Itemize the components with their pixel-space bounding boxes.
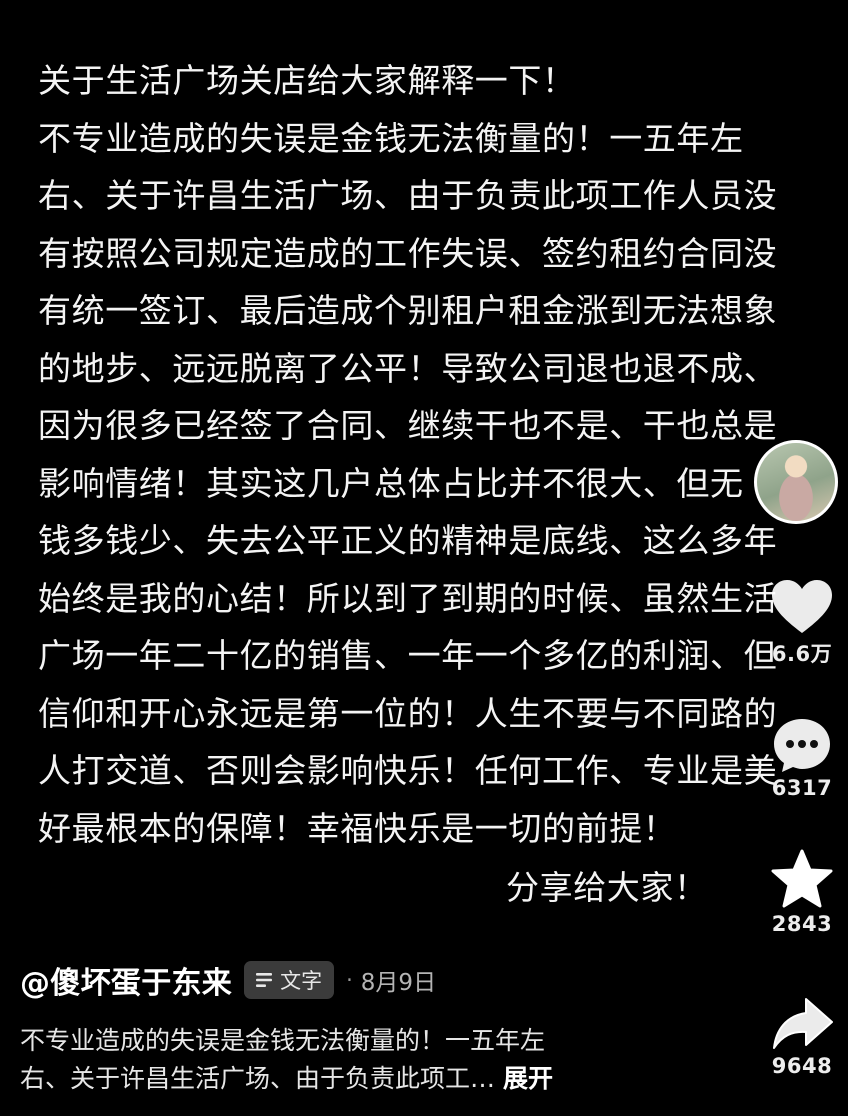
heart-icon xyxy=(772,580,832,633)
post-line: 关于生活广场关店给大家解释一下！ xyxy=(38,61,576,100)
share-arrow-icon xyxy=(773,998,833,1049)
like-count: 6.6万 xyxy=(771,642,833,666)
post-type-label: 文字 xyxy=(280,969,323,993)
post-line: 有统一签订、最后造成个别租户租金涨到无法想象 xyxy=(38,291,778,330)
post-line: 有按照公司规定造成的工作失误、签约租约合同没 xyxy=(38,233,778,273)
favorite-button[interactable]: 2843 xyxy=(760,848,844,936)
post-line: 人打交道、否则会影响快乐！任何工作、专业是美 xyxy=(38,751,778,790)
post-line: 始终是我的心结！所以到了到期的时候、虽然生活 xyxy=(38,578,778,618)
post-date: 8月9日 xyxy=(360,970,437,996)
share-count: 9648 xyxy=(771,1054,833,1078)
caption-line: 右、关于许昌生活广场、由于负责此项工… 展开 xyxy=(20,1060,740,1098)
author-avatar[interactable] xyxy=(754,440,838,524)
like-button[interactable]: 6.6万 xyxy=(760,578,844,668)
post-line: 广场一年二十亿的销售、一年一个多亿的利润、但 xyxy=(38,636,778,675)
post-line: 的地步、远远脱离了公平！导致公司退也退不成、 xyxy=(38,348,778,388)
caption-line: 不专业造成的失误是金钱无法衡量的！一五年左 xyxy=(20,1026,546,1055)
text-lines-icon xyxy=(256,973,273,987)
author-row: @傻坏蛋于东来 文字 · 8月9日 xyxy=(20,958,436,1002)
star-icon xyxy=(771,849,833,908)
expand-link[interactable]: 展开 xyxy=(503,1064,553,1093)
comment-button[interactable]: 6317 xyxy=(760,716,844,800)
post-type-badge: 文字 xyxy=(244,961,335,999)
post-line: 右、关于许昌生活广场、由于负责此项工作人员没 xyxy=(38,176,778,215)
comment-bubble-icon xyxy=(774,719,830,772)
post-line: 好最根本的保障！幸福快乐是一切的前提！ xyxy=(38,808,677,848)
post-text: 关于生活广场关店给大家解释一下！ 不专业造成的失误是金钱无法衡量的！一五年左 右… xyxy=(38,52,808,917)
author-name[interactable]: @傻坏蛋于东来 xyxy=(20,958,232,1002)
post-line: 信仰和开心永远是第一位的！人生不要与不同路的 xyxy=(38,693,778,733)
favorite-count: 2843 xyxy=(771,912,833,936)
separator-dot: · xyxy=(346,968,353,992)
comment-count: 6317 xyxy=(771,776,833,800)
share-button[interactable]: 9648 xyxy=(760,996,844,1078)
post-line: 不专业造成的失误是金钱无法衡量的！一五年左 xyxy=(38,118,744,158)
caption-line-text: 右、关于许昌生活广场、由于负责此项工… xyxy=(20,1064,496,1093)
post-caption: 不专业造成的失误是金钱无法衡量的！一五年左 右、关于许昌生活广场、由于负责此项工… xyxy=(20,1022,740,1098)
post-line: 因为很多已经签了合同、继续干也不是、干也总是 xyxy=(38,406,778,445)
post-sign-off: 分享给大家！ xyxy=(506,868,708,907)
post-line: 钱多钱少、失去公平正义的精神是底线、这么多年 xyxy=(38,521,778,560)
post-line: 影响情绪！其实这几户总体占比并不很大、但无 xyxy=(38,463,744,503)
